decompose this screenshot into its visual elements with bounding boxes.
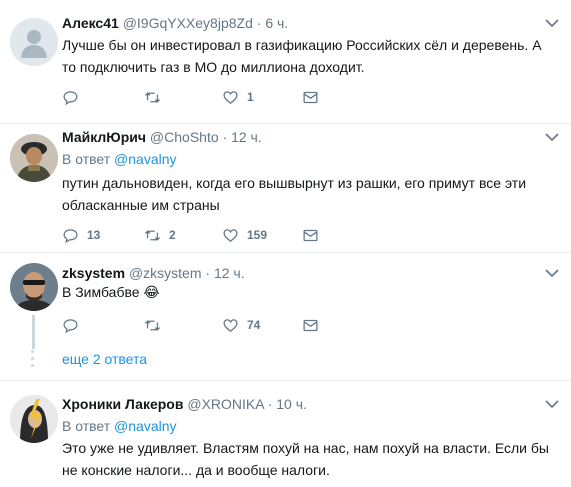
retweet-count: 2	[169, 228, 176, 242]
separator-dot: ·	[256, 15, 262, 31]
avatar-maikluric[interactable]	[10, 134, 58, 182]
reply-icon	[63, 90, 78, 105]
reply-button[interactable]	[62, 88, 87, 106]
thread-dots	[31, 350, 34, 371]
avatar-xronika[interactable]	[10, 395, 58, 443]
like-button[interactable]: 1	[222, 88, 254, 106]
tweet-actions: 1	[62, 88, 322, 106]
envelope-icon	[303, 91, 318, 103]
timestamp[interactable]: 10 ч.	[276, 396, 307, 412]
tweet-header: МайклЮрич @ChoShto · 12 ч.	[62, 128, 262, 146]
like-count: 74	[247, 318, 261, 332]
tweet-actions: 74	[62, 316, 322, 334]
tweet-text: Лучше бы он инвестировал в газификацию Р…	[62, 37, 542, 75]
envelope-icon	[303, 319, 318, 331]
envelope-icon	[303, 229, 318, 241]
heart-icon	[223, 318, 238, 332]
separator-dot: ·	[205, 265, 211, 281]
retweet-button[interactable]	[144, 88, 169, 106]
tweet-4[interactable]: Хроники Лакеров @XRONIKA · 10 ч. В ответ…	[0, 381, 571, 487]
default-avatar-icon	[10, 18, 58, 66]
avatar-photo-icon	[10, 395, 58, 443]
avatar-zksystem[interactable]	[10, 263, 58, 311]
author-handle[interactable]: @I9GqYXXey8jp8Zd	[123, 15, 253, 31]
reply-context: В ответ @navalny	[62, 150, 177, 168]
author-name[interactable]: Алекс41	[62, 15, 119, 31]
author-name[interactable]: Хроники Лакеров	[62, 396, 183, 412]
reply-icon	[63, 228, 78, 243]
timestamp[interactable]: 6 ч.	[265, 15, 288, 31]
chevron-down-icon[interactable]	[545, 399, 559, 409]
reply-count: 13	[87, 228, 101, 242]
chevron-down-icon[interactable]	[545, 268, 559, 278]
timestamp[interactable]: 12 ч.	[231, 129, 262, 145]
dm-button[interactable]	[302, 226, 319, 244]
reply-icon	[63, 318, 78, 333]
like-button[interactable]: 74	[222, 316, 260, 334]
thread-line	[32, 315, 35, 349]
reply-button[interactable]: 13	[62, 226, 100, 244]
author-name[interactable]: zksystem	[62, 265, 125, 281]
tweet-header: zksystem @zksystem · 12 ч.	[62, 264, 245, 282]
heart-icon	[223, 228, 238, 242]
reply-prefix: В ответ	[62, 418, 111, 434]
tweet-1[interactable]: Алекс41 @I9GqYXXey8jp8Zd · 6 ч. Лучше бы…	[0, 0, 571, 123]
tweet-header: Хроники Лакеров @XRONIKA · 10 ч.	[62, 395, 307, 413]
retweet-icon	[144, 229, 161, 241]
reply-mention-link[interactable]: @navalny	[114, 418, 176, 434]
avatar-photo-icon	[10, 263, 58, 311]
dm-button[interactable]	[302, 88, 319, 106]
like-button[interactable]: 159	[222, 226, 267, 244]
author-handle[interactable]: @zksystem	[129, 265, 202, 281]
separator-dot: ·	[267, 396, 273, 412]
author-handle[interactable]: @ChoShto	[150, 129, 219, 145]
dm-button[interactable]	[302, 316, 319, 334]
reply-context: В ответ @navalny	[62, 417, 177, 435]
chevron-down-icon[interactable]	[545, 18, 559, 28]
tweet-3[interactable]: zksystem @zksystem · 12 ч. В Зимбабве 😂 …	[0, 253, 571, 380]
author-name[interactable]: МайклЮрич	[62, 129, 146, 145]
retweet-icon	[144, 319, 161, 331]
like-count: 159	[247, 228, 268, 242]
separator-dot: ·	[222, 129, 228, 145]
tweet-text: Это уже не удивляет. Властям похуй на на…	[62, 440, 549, 478]
like-count: 1	[247, 90, 254, 104]
reply-prefix: В ответ	[62, 151, 111, 167]
more-replies-link[interactable]: еще 2 ответа	[62, 351, 147, 367]
tweet-2[interactable]: МайклЮрич @ChoShto · 12 ч. В ответ @nava…	[0, 124, 571, 252]
author-handle[interactable]: @XRONIKA	[187, 396, 263, 412]
retweet-icon	[144, 91, 161, 103]
chevron-down-icon[interactable]	[545, 132, 559, 142]
heart-icon	[223, 90, 238, 104]
retweet-button[interactable]: 2	[144, 226, 176, 244]
avatar-photo-icon	[10, 134, 58, 182]
tweet-header: Алекс41 @I9GqYXXey8jp8Zd · 6 ч.	[62, 14, 288, 32]
tweet-text: путин дальновиден, когда его вышвырнут и…	[62, 175, 527, 213]
reply-mention-link[interactable]: @navalny	[114, 151, 176, 167]
tweet-text: В Зимбабве 😂	[62, 284, 160, 300]
timestamp[interactable]: 12 ч.	[214, 265, 245, 281]
avatar-default[interactable]	[10, 18, 58, 66]
retweet-button[interactable]	[144, 316, 169, 334]
tweet-actions: 13 2 159	[62, 226, 322, 244]
reply-button[interactable]	[62, 316, 87, 334]
